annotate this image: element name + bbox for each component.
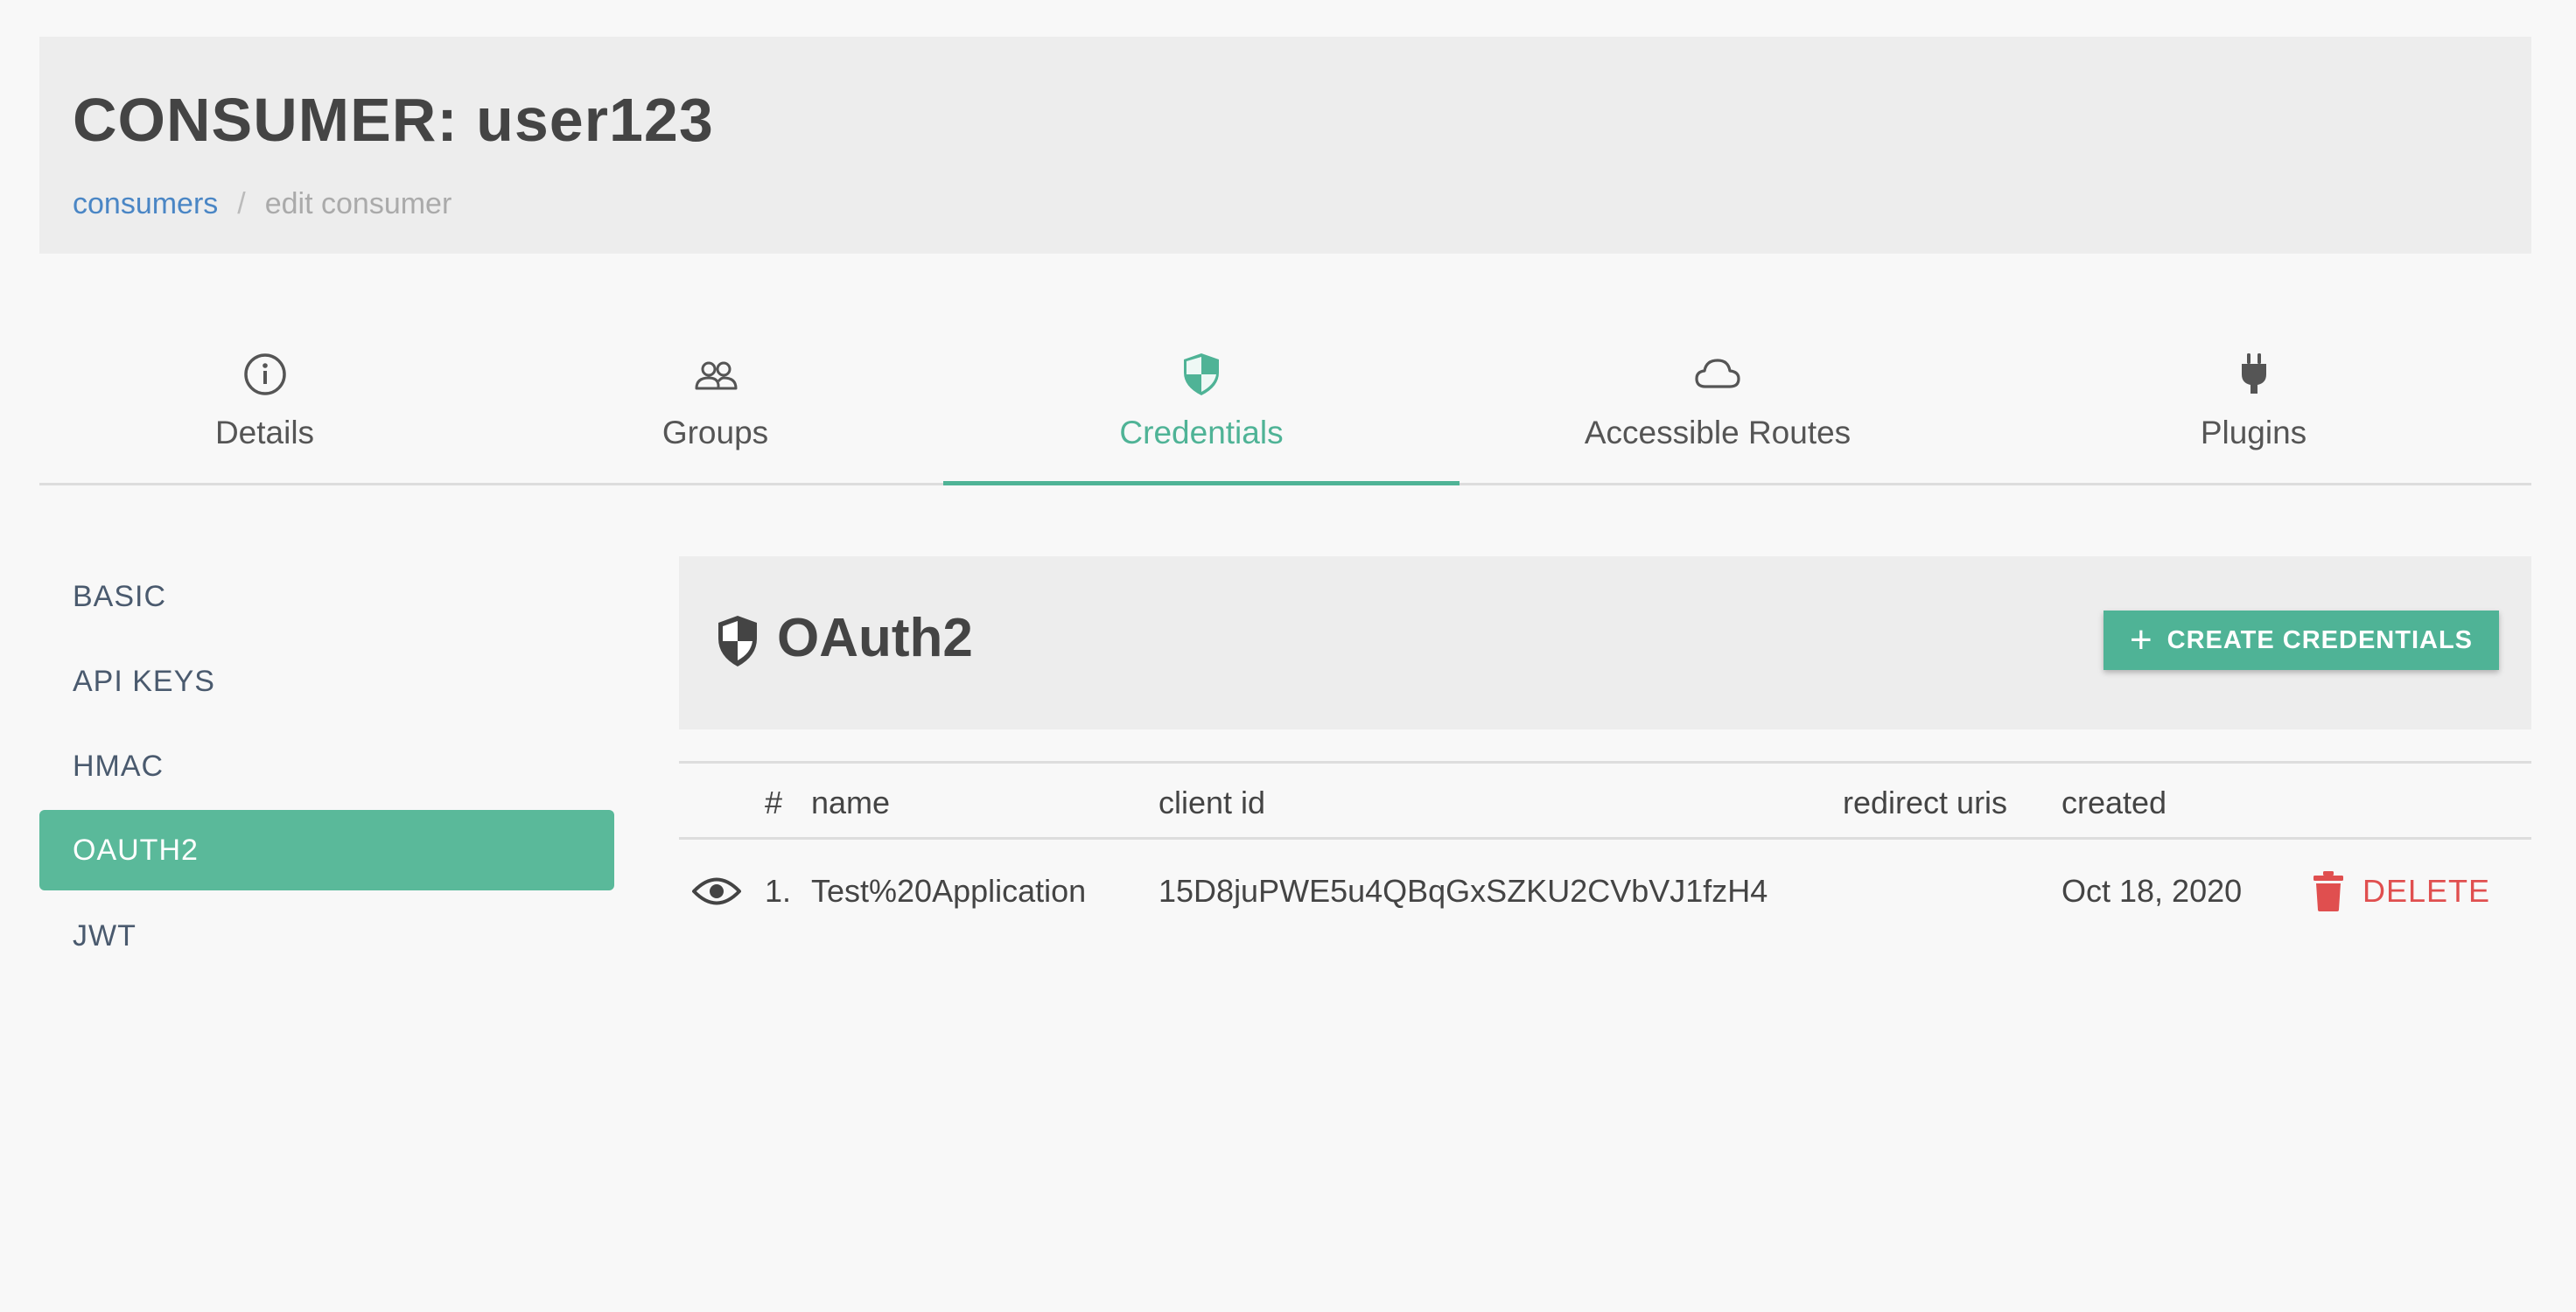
- page-title: CONSUMER: user123: [73, 86, 714, 154]
- panel-title: OAuth2: [777, 608, 973, 668]
- tab-details-label: Details: [214, 415, 315, 450]
- sidebar-item-jwt[interactable]: JWT: [39, 896, 614, 976]
- eye-icon[interactable]: [691, 873, 742, 910]
- plug-icon: [2241, 353, 2266, 394]
- column-header-created: created: [2062, 785, 2167, 820]
- credentials-panel-header: OAuth2 + CREATE CREDENTIALS: [679, 556, 2531, 729]
- info-icon: [243, 353, 286, 395]
- plus-icon: +: [2129, 618, 2153, 661]
- tab-bar: Details Groups Credentials Accessible Ro…: [39, 324, 2531, 485]
- table-row: 1. Test%20Application 15D8juPWE5u4QBqGxS…: [679, 840, 2531, 946]
- column-header-client-id: client id: [1158, 785, 1266, 820]
- shield-icon: [1184, 353, 1219, 395]
- tab-credentials[interactable]: Credentials: [943, 324, 1460, 485]
- breadcrumb-separator: /: [237, 187, 246, 220]
- tab-groups-label: Groups: [662, 415, 769, 450]
- sidebar-item-oauth2[interactable]: OAUTH2: [39, 810, 614, 890]
- sidebar-item-api-keys[interactable]: API KEYS: [39, 641, 614, 722]
- tab-groups[interactable]: Groups: [490, 324, 941, 483]
- row-client-id: 15D8juPWE5u4QBqGxSZKU2CVbVJ1fzH4: [1158, 873, 1768, 909]
- page-header: CONSUMER: user123 consumers / edit consume…: [39, 37, 2531, 254]
- tab-accessible-routes[interactable]: Accessible Routes: [1460, 324, 1976, 483]
- breadcrumb-link-consumers[interactable]: consumers: [73, 187, 218, 220]
- row-created: Oct 18, 2020: [2062, 873, 2243, 909]
- tab-credentials-label: Credentials: [1119, 415, 1284, 450]
- sidebar-item-hmac[interactable]: HMAC: [39, 726, 614, 806]
- sidebar-item-basic[interactable]: BASIC: [39, 556, 614, 637]
- create-credentials-button[interactable]: + CREATE CREDENTIALS: [2104, 611, 2499, 670]
- delete-button[interactable]: DELETE: [2312, 866, 2490, 917]
- table-header: # name client id redirect uris created: [679, 761, 2531, 840]
- row-name: Test%20Application: [811, 873, 1087, 909]
- tab-plugins-label: Plugins: [2200, 415, 2307, 450]
- breadcrumb-current: edit consumer: [264, 187, 452, 220]
- tab-accessible-routes-label: Accessible Routes: [1584, 415, 1852, 450]
- trash-icon: [2314, 871, 2343, 911]
- row-index: 1.: [765, 873, 792, 909]
- cloud-icon: [1695, 359, 1740, 388]
- users-icon: [695, 361, 737, 390]
- tab-details[interactable]: Details: [39, 324, 490, 483]
- column-header-index: #: [765, 785, 783, 820]
- breadcrumb: consumers / edit consumer: [73, 187, 452, 221]
- column-header-redirect-uris: redirect uris: [1843, 785, 2008, 820]
- shield-icon: [718, 616, 757, 666]
- tab-plugins[interactable]: Plugins: [1976, 324, 2531, 483]
- column-header-name: name: [811, 785, 891, 820]
- delete-label: DELETE: [2362, 873, 2491, 909]
- create-credentials-label: CREATE CREDENTIALS: [2166, 625, 2474, 654]
